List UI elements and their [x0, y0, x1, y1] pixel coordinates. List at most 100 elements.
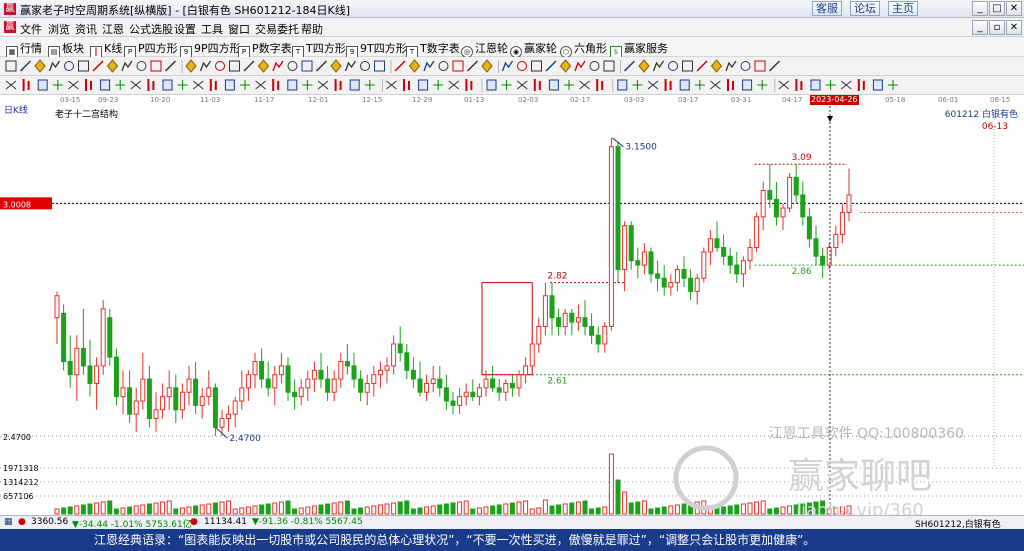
analysis-tool-43-icon[interactable]	[679, 79, 690, 91]
analysis-tool-38-icon[interactable]	[596, 79, 604, 91]
menu-tools[interactable]: 工具	[201, 21, 223, 37]
draw-tool-28-icon[interactable]	[408, 59, 421, 73]
homepage-button[interactable]: 主页	[888, 1, 918, 16]
analysis-tool-29-icon[interactable]	[448, 80, 460, 90]
draw-tool-24-icon[interactable]	[344, 60, 357, 72]
analysis-tool-25-icon[interactable]	[386, 80, 397, 90]
draw-tool-33-icon[interactable]	[481, 59, 493, 73]
analysis-tool-3-icon[interactable]	[37, 79, 48, 91]
p-square-button[interactable]: P P四方形	[124, 40, 178, 58]
menu-gann[interactable]: 江恩	[102, 21, 124, 37]
menu-trade[interactable]: 交易委托	[255, 21, 299, 37]
analysis-tool-46-icon[interactable]	[727, 79, 734, 91]
forum-button[interactable]: 论坛	[850, 1, 880, 16]
draw-tool-42-icon[interactable]	[623, 60, 636, 72]
draw-tool-22-icon[interactable]	[315, 60, 328, 72]
draw-tool-25-icon[interactable]	[360, 61, 370, 71]
gann-wheel-button[interactable]: ◎ 江恩轮	[461, 40, 508, 58]
analysis-tool-36-icon[interactable]	[564, 80, 574, 90]
analysis-tool-51-icon[interactable]	[810, 79, 821, 91]
draw-tool-29-icon[interactable]	[423, 60, 435, 72]
analysis-tool-11-icon[interactable]	[162, 79, 173, 91]
quotes-button[interactable]: ▦ 行情	[6, 40, 42, 58]
t-square-button[interactable]: T T四方形	[292, 40, 346, 58]
analysis-tool-44-icon[interactable]	[694, 80, 705, 90]
draw-tool-38-icon[interactable]	[559, 59, 572, 73]
draw-tool-43-icon[interactable]	[638, 59, 650, 73]
draw-tool-20-icon[interactable]	[287, 61, 298, 71]
analysis-tool-21-icon[interactable]	[317, 80, 329, 90]
draw-tool-15-icon[interactable]	[215, 61, 225, 71]
draw-tool-52-icon[interactable]	[768, 60, 781, 72]
draw-tool-1-icon[interactable]	[5, 60, 17, 72]
analysis-tool-12-icon[interactable]	[177, 80, 188, 90]
draw-tool-41-icon[interactable]	[603, 60, 615, 72]
draw-tool-39-icon[interactable]	[574, 60, 586, 72]
analysis-tool-41-icon[interactable]	[647, 80, 659, 90]
analysis-tool-55-icon[interactable]	[872, 79, 883, 91]
draw-tool-10-icon[interactable]	[136, 61, 147, 71]
analysis-tool-18-icon[interactable]	[272, 79, 280, 91]
minimize-icon[interactable]: _	[972, 1, 988, 16]
analysis-tool-40-icon[interactable]	[632, 80, 643, 90]
analysis-tool-9-icon[interactable]	[130, 80, 142, 90]
analysis-tool-47-icon[interactable]	[742, 79, 753, 91]
menu-window[interactable]: 窗口	[228, 21, 250, 37]
winner-service-button[interactable]: $ 赢家服务	[610, 40, 668, 58]
analysis-tool-15-icon[interactable]	[224, 79, 235, 91]
draw-tool-14-icon[interactable]	[199, 60, 212, 72]
analysis-tool-5-icon[interactable]	[68, 80, 79, 90]
analysis-tool-56-icon[interactable]	[888, 80, 898, 90]
draw-tool-8-icon[interactable]	[106, 59, 119, 73]
menu-settings[interactable]: 设置	[174, 21, 196, 37]
analysis-tool-30-icon[interactable]	[465, 79, 473, 91]
draw-tool-40-icon[interactable]	[589, 61, 600, 71]
t-number-table-button[interactable]: T T数字表	[406, 40, 460, 58]
analysis-tool-22-icon[interactable]	[334, 79, 342, 91]
hexagon-button[interactable]: ⬡ 六角形	[560, 40, 607, 58]
analysis-tool-17-icon[interactable]	[255, 80, 266, 90]
child-minimize-icon[interactable]: _	[972, 20, 988, 35]
analysis-tool-24-icon[interactable]	[364, 80, 375, 90]
draw-tool-4-icon[interactable]	[48, 60, 61, 72]
analysis-tool-4-icon[interactable]	[52, 80, 63, 90]
winner-wheel-button[interactable]: ◉ 赢家轮	[510, 40, 557, 58]
analysis-tool-39-icon[interactable]	[617, 79, 628, 91]
draw-tool-16-icon[interactable]	[229, 60, 240, 72]
analysis-tool-35-icon[interactable]	[548, 79, 559, 91]
analysis-tool-26-icon[interactable]	[403, 79, 410, 91]
draw-tool-17-icon[interactable]	[243, 60, 255, 72]
kline-chart[interactable]: 老子十二宫结构 601212 白银有色 06-13 3.0008 2.4700 3.150…	[0, 106, 1024, 515]
draw-tool-23-icon[interactable]	[330, 59, 342, 73]
analysis-tool-19-icon[interactable]	[287, 79, 298, 91]
draw-tool-19-icon[interactable]	[272, 60, 284, 72]
menu-file[interactable]: 文件	[20, 21, 42, 37]
draw-tool-36-icon[interactable]	[531, 60, 542, 72]
analysis-tool-37-icon[interactable]	[579, 80, 590, 90]
customer-service-button[interactable]: 客服	[812, 1, 842, 16]
draw-tool-12-icon[interactable]	[164, 60, 177, 72]
draw-tool-3-icon[interactable]	[34, 59, 46, 73]
analysis-tool-14-icon[interactable]	[209, 79, 217, 91]
analysis-tool-48-icon[interactable]	[757, 80, 768, 90]
menu-help[interactable]: 帮助	[301, 21, 323, 37]
analysis-tool-27-icon[interactable]	[418, 79, 429, 91]
analysis-tool-10-icon[interactable]	[147, 79, 155, 91]
analysis-tool-1-icon[interactable]	[5, 80, 17, 90]
analysis-tool-33-icon[interactable]	[516, 80, 528, 90]
draw-tool-27-icon[interactable]	[394, 60, 406, 72]
menu-formula[interactable]: 公式选股	[129, 21, 173, 37]
menu-info[interactable]: 资讯	[75, 21, 97, 37]
kline-button[interactable]: ┃ K线	[90, 40, 122, 58]
analysis-tool-8-icon[interactable]	[115, 80, 126, 90]
draw-tool-13-icon[interactable]	[185, 59, 197, 73]
draw-tool-46-icon[interactable]	[682, 60, 693, 72]
draw-tool-51-icon[interactable]	[754, 60, 766, 72]
draw-tool-31-icon[interactable]	[452, 60, 464, 72]
analysis-tool-23-icon[interactable]	[349, 79, 360, 91]
analysis-tool-50-icon[interactable]	[795, 79, 803, 91]
draw-tool-21-icon[interactable]	[301, 60, 313, 72]
draw-tool-9-icon[interactable]	[121, 60, 133, 72]
analysis-tool-34-icon[interactable]	[533, 79, 541, 91]
analysis-tool-2-icon[interactable]	[22, 79, 30, 91]
